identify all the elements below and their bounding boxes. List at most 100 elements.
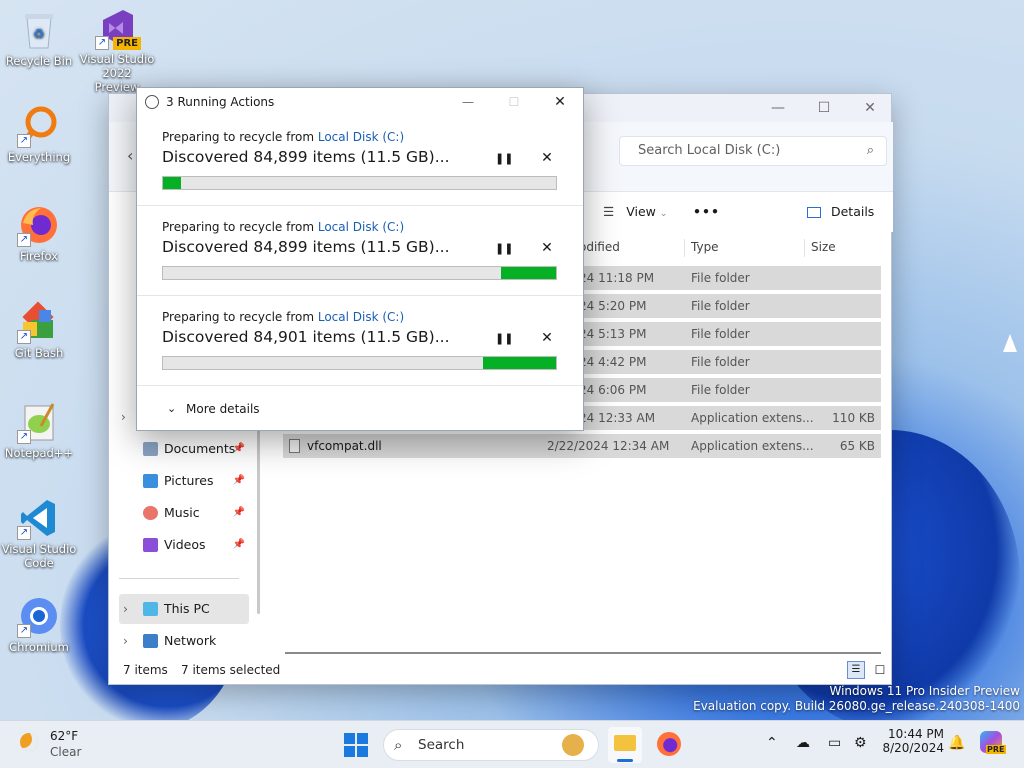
sidebar-item-documents[interactable]: Documents 📌	[119, 434, 249, 464]
sidebar-item-this-pc[interactable]: › This PC	[119, 594, 249, 624]
sidebar-item-videos[interactable]: Videos 📌	[119, 530, 249, 560]
dialog-minimize-button[interactable]: —	[445, 88, 491, 116]
chevron-right-icon[interactable]: ›	[121, 410, 126, 424]
back-arrow-icon[interactable]: ‹	[127, 146, 133, 165]
progress-fill	[483, 357, 556, 369]
desktop-icon-chromium[interactable]: ↗ Chromium	[1, 594, 77, 654]
notification-bell-icon[interactable]: 🔔	[948, 735, 965, 751]
pause-button[interactable]: ❚❚	[495, 332, 513, 346]
pause-button[interactable]: ❚❚	[495, 242, 513, 256]
view-button[interactable]: ☰ View ⌄	[603, 200, 667, 226]
progress-fill	[163, 177, 181, 189]
start-button[interactable]	[344, 733, 368, 757]
folder-icon	[614, 735, 636, 751]
cancel-button[interactable]: ✕	[540, 241, 554, 255]
network-disconnected-icon[interactable]: ☁	[796, 735, 810, 751]
desktop-icon-git-bash[interactable]: ↗ Git Bash	[1, 300, 77, 360]
desktop-icon-firefox[interactable]: ↗ Firefox	[1, 203, 77, 263]
pause-button[interactable]: ❚❚	[495, 152, 513, 166]
table-row[interactable]: vfcompat.dll 2/22/2024 12:34 AM Applicat…	[283, 434, 881, 458]
pin-icon: 📌	[232, 443, 245, 454]
evaluation-watermark: Windows 11 Pro Insider Preview Evaluatio…	[693, 684, 1020, 713]
details-pane-button[interactable]: Details	[807, 200, 874, 224]
operation-status: Discovered 84,899 items (11.5 GB)...	[162, 148, 450, 166]
desktop-icon-notepad-plus-plus[interactable]: ↗ Notepad++	[1, 400, 77, 460]
mouse-cursor	[1003, 334, 1017, 352]
details-pane-icon	[807, 207, 821, 218]
dialog-title-bar[interactable]: 3 Running Actions — ☐ ✕	[137, 88, 583, 116]
maximize-button[interactable]: ☐	[801, 94, 847, 122]
search-placeholder: Search Local Disk (C:)	[638, 143, 781, 158]
clock[interactable]: 10:44 PM 8/20/2024	[880, 727, 944, 755]
desktop-icon-everything[interactable]: ↗ Everything	[1, 104, 77, 164]
location-link[interactable]: Local Disk (C:)	[318, 130, 404, 144]
weather-widget[interactable]: 62°F Clear	[16, 727, 106, 763]
tiles-view-icon[interactable]: ☐	[871, 661, 889, 679]
dialog-title: 3 Running Actions	[166, 95, 275, 109]
shortcut-arrow-icon: ↗	[95, 36, 109, 50]
cancel-button[interactable]: ✕	[540, 331, 554, 345]
settings-icon[interactable]: ⚙	[854, 735, 867, 751]
taskbar: 62°F Clear ⌕ Search ⌃ ☁ ▭ ⚙ 10:44 PM 8/2…	[0, 720, 1024, 768]
minimize-button[interactable]: —	[755, 94, 801, 122]
active-app-indicator	[617, 759, 633, 762]
search-icon: ⌕	[866, 143, 874, 158]
firefox-icon: ↗	[17, 203, 61, 247]
taskbar-firefox[interactable]	[654, 729, 684, 759]
sidebar-item-pictures[interactable]: Pictures 📌	[119, 466, 249, 496]
running-actions-dialog: 3 Running Actions — ☐ ✕ Preparing to rec…	[136, 87, 584, 431]
dll-file-icon	[289, 439, 300, 453]
chevron-right-icon: ›	[123, 601, 128, 616]
column-separator[interactable]	[684, 239, 685, 257]
pre-badge: PRE	[113, 37, 141, 50]
network-icon	[143, 634, 158, 648]
sidebar-divider	[119, 578, 239, 579]
vscode-icon: ↗	[17, 496, 61, 540]
shortcut-arrow-icon: ↗	[17, 134, 31, 148]
recycle-bin-icon: ♻	[17, 8, 61, 52]
notepad-plus-plus-icon: ↗	[17, 400, 61, 444]
desktop-icon-visual-studio[interactable]: ↗ PRE Visual Studio 2022 Preview	[79, 6, 155, 94]
column-header-size[interactable]: Size	[811, 234, 836, 260]
sidebar-item-network[interactable]: › Network	[119, 626, 249, 656]
status-bar: 7 items 7 items selected ☰ ☐	[109, 656, 893, 684]
sidebar-scrollbar[interactable]	[257, 424, 260, 614]
location-link[interactable]: Local Disk (C:)	[318, 310, 404, 324]
item-count: 7 items	[123, 663, 168, 677]
details-view-icon[interactable]: ☰	[847, 661, 865, 679]
desktop-icon-recycle-bin[interactable]: ♻ Recycle Bin	[1, 8, 77, 68]
chevron-right-icon: ›	[123, 633, 128, 648]
operation-status: Discovered 84,899 items (11.5 GB)...	[162, 238, 450, 256]
chevron-down-icon: ⌄	[167, 402, 177, 415]
desktop-icon-label: Git Bash	[14, 346, 64, 360]
this-pc-icon	[143, 602, 158, 616]
display-icon[interactable]: ▭	[828, 735, 841, 751]
desktop-icon-label: Notepad++	[4, 446, 74, 460]
sidebar-item-music[interactable]: Music 📌	[119, 498, 249, 528]
search-input[interactable]: Search Local Disk (C:) ⌕	[619, 136, 887, 166]
show-hidden-icons-chevron-icon[interactable]: ⌃	[766, 735, 778, 751]
close-button[interactable]: ✕	[847, 94, 893, 122]
desktop-icon-label: Recycle Bin	[5, 54, 73, 68]
progress-bar	[162, 356, 557, 370]
taskbar-search-box[interactable]: ⌕ Search	[383, 729, 599, 761]
more-details-button[interactable]: ⌄ More details	[137, 388, 583, 430]
cancel-button[interactable]: ✕	[540, 151, 554, 165]
dialog-close-button[interactable]: ✕	[537, 88, 583, 116]
selected-count: 7 items selected	[181, 663, 281, 677]
taskbar-file-explorer[interactable]	[608, 727, 642, 763]
column-header-type[interactable]: Type	[691, 234, 719, 260]
more-options-button[interactable]: •••	[693, 200, 720, 224]
horizontal-scrollbar[interactable]	[285, 652, 881, 654]
copilot-button[interactable]: PRE	[980, 731, 1006, 757]
location-link[interactable]: Local Disk (C:)	[318, 220, 404, 234]
desktop-icon-vscode[interactable]: ↗ Visual Studio Code	[1, 496, 77, 570]
column-header-modified[interactable]: odified	[579, 234, 620, 260]
videos-icon	[143, 538, 158, 552]
everything-search-icon: ↗	[17, 104, 61, 148]
operation-status: Discovered 84,901 items (11.5 GB)...	[162, 328, 450, 346]
search-highlight-icon	[562, 734, 584, 756]
column-separator[interactable]	[804, 239, 805, 257]
progress-bar	[162, 266, 557, 280]
pre-badge: PRE	[986, 745, 1006, 754]
